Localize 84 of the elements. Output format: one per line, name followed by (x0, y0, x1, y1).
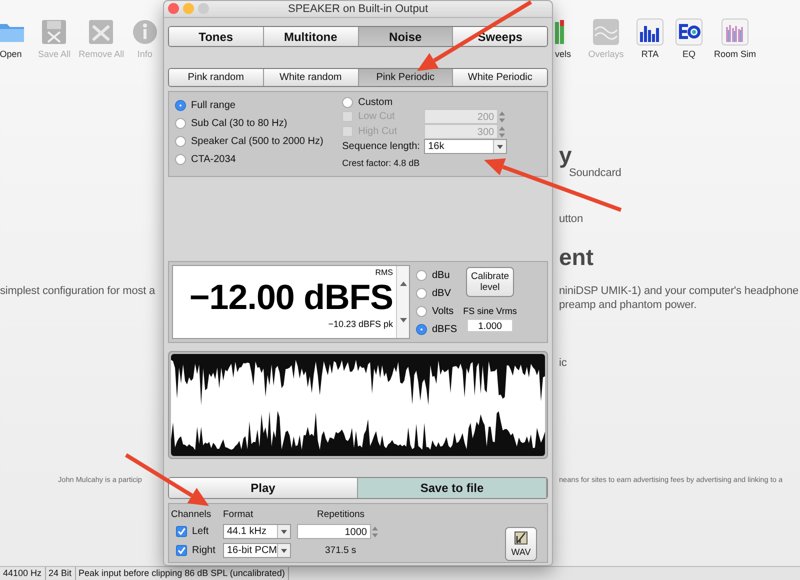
window-title: SPEAKER on Built-in Output (288, 3, 428, 15)
tab[interactable]: White random (264, 69, 358, 86)
input-field[interactable]: 1.000 (467, 319, 513, 332)
toolbar-button[interactable]: Open (0, 18, 32, 59)
radio-button[interactable] (416, 270, 427, 280)
minimize-button[interactable] (183, 3, 194, 14)
equalizer-icon (675, 18, 703, 46)
floppy-icon (40, 18, 68, 46)
unit-label: dBFS (432, 324, 458, 334)
info-icon (130, 18, 159, 46)
tab[interactable]: Sweeps (453, 27, 547, 46)
duration-text: 371.5 s (324, 545, 358, 556)
checkbox-label: Right (192, 545, 216, 556)
toolbar-button[interactable]: Room Sim (713, 18, 757, 59)
column-header: Repetitions (316, 509, 366, 520)
radio-button[interactable] (175, 118, 186, 128)
status-text: 44100 Hz (0, 567, 46, 580)
radio-button[interactable] (416, 288, 427, 298)
calibrate-button[interactable]: Calibrate level (466, 267, 514, 297)
tab[interactable]: Save to file (358, 478, 547, 498)
page-heading: ent (559, 246, 594, 268)
zoom-button[interactable] (198, 3, 209, 14)
radio-label: Sub Cal (30 to 80 Hz) (191, 118, 288, 128)
checkbox-label: Left (192, 526, 209, 537)
column-header: Format (223, 509, 254, 520)
bar-graph-icon (636, 18, 664, 46)
dropdown[interactable]: 16k (424, 139, 508, 154)
tab[interactable]: Multitone (264, 27, 358, 46)
field-label: Sequence length: (342, 141, 421, 152)
toolbar-button[interactable]: RTA (635, 18, 665, 59)
save-wav-button[interactable]: WAV (505, 527, 537, 561)
close-button[interactable] (168, 3, 179, 14)
tab[interactable]: Tones (169, 27, 264, 46)
radio-button[interactable] (416, 324, 427, 334)
tab[interactable]: Play (169, 478, 358, 498)
status-text: 24 Bit (46, 567, 76, 580)
radio-label: CTA-2034 (191, 154, 236, 164)
level-bars-icon (555, 18, 564, 46)
field-label: FS sine Vrms (463, 306, 517, 316)
radio-label: Full range (191, 100, 236, 110)
page-text: simplest configuration for most a (0, 284, 156, 298)
tab[interactable]: White Periodic (453, 69, 547, 86)
peak-reading: −10.23 dBFS pk (328, 319, 393, 329)
status-text: Peak input before clipping 86 dB SPL (uncalibrated) (76, 567, 289, 580)
radio-button[interactable] (342, 97, 354, 108)
tab[interactable]: Pink random (169, 69, 264, 86)
radio-button[interactable] (175, 136, 186, 146)
mode-label: RMS (375, 268, 393, 277)
remove-icon (87, 18, 116, 46)
checkmark-icon (177, 527, 186, 536)
checkbox[interactable] (176, 526, 187, 537)
spectrum-lines-icon (721, 18, 749, 46)
page-text: utton (559, 212, 584, 226)
crest-factor-text: Crest factor: 4.8 dB (342, 157, 421, 170)
wave-file-icon (514, 531, 528, 545)
column-header: Channels (170, 509, 212, 520)
radio-label: Custom (358, 97, 393, 108)
unit-label: dBu (432, 270, 450, 280)
checkmark-icon (177, 546, 186, 555)
toolbar-button[interactable]: vels (553, 18, 573, 59)
dropdown[interactable]: 44.1 kHz (223, 524, 291, 539)
scroll-bar[interactable] (396, 266, 409, 338)
overlay-waves-icon (592, 18, 620, 46)
tab[interactable]: Noise (358, 27, 454, 46)
checkbox[interactable] (176, 545, 187, 556)
page-text: niniDSP UMIK-1) and your computer's headphone (559, 284, 800, 298)
page-text: ic (559, 356, 568, 370)
radio-button[interactable] (175, 154, 186, 164)
up-arrow-icon (398, 280, 408, 288)
toolbar-button[interactable]: EQ (673, 18, 705, 59)
caret-icon (495, 142, 506, 151)
down-arrow-icon (398, 316, 408, 324)
radio-label: Speaker Cal (500 to 2000 Hz) (191, 136, 324, 146)
dropdown[interactable]: 16-bit PCM (223, 543, 291, 558)
radio-button[interactable] (416, 306, 427, 316)
number-field[interactable]: 1000 (297, 524, 371, 539)
page-text: Soundcard (569, 167, 622, 180)
unit-label: Volts (432, 306, 454, 316)
unit-label: dBV (432, 288, 451, 298)
page-text: preamp and phantom power. (559, 298, 698, 312)
level-reading: −12.00 dBFS (189, 279, 393, 317)
page-heading: y (559, 144, 573, 166)
radio-button[interactable] (175, 100, 186, 110)
tab[interactable]: Pink Periodic (358, 69, 454, 86)
